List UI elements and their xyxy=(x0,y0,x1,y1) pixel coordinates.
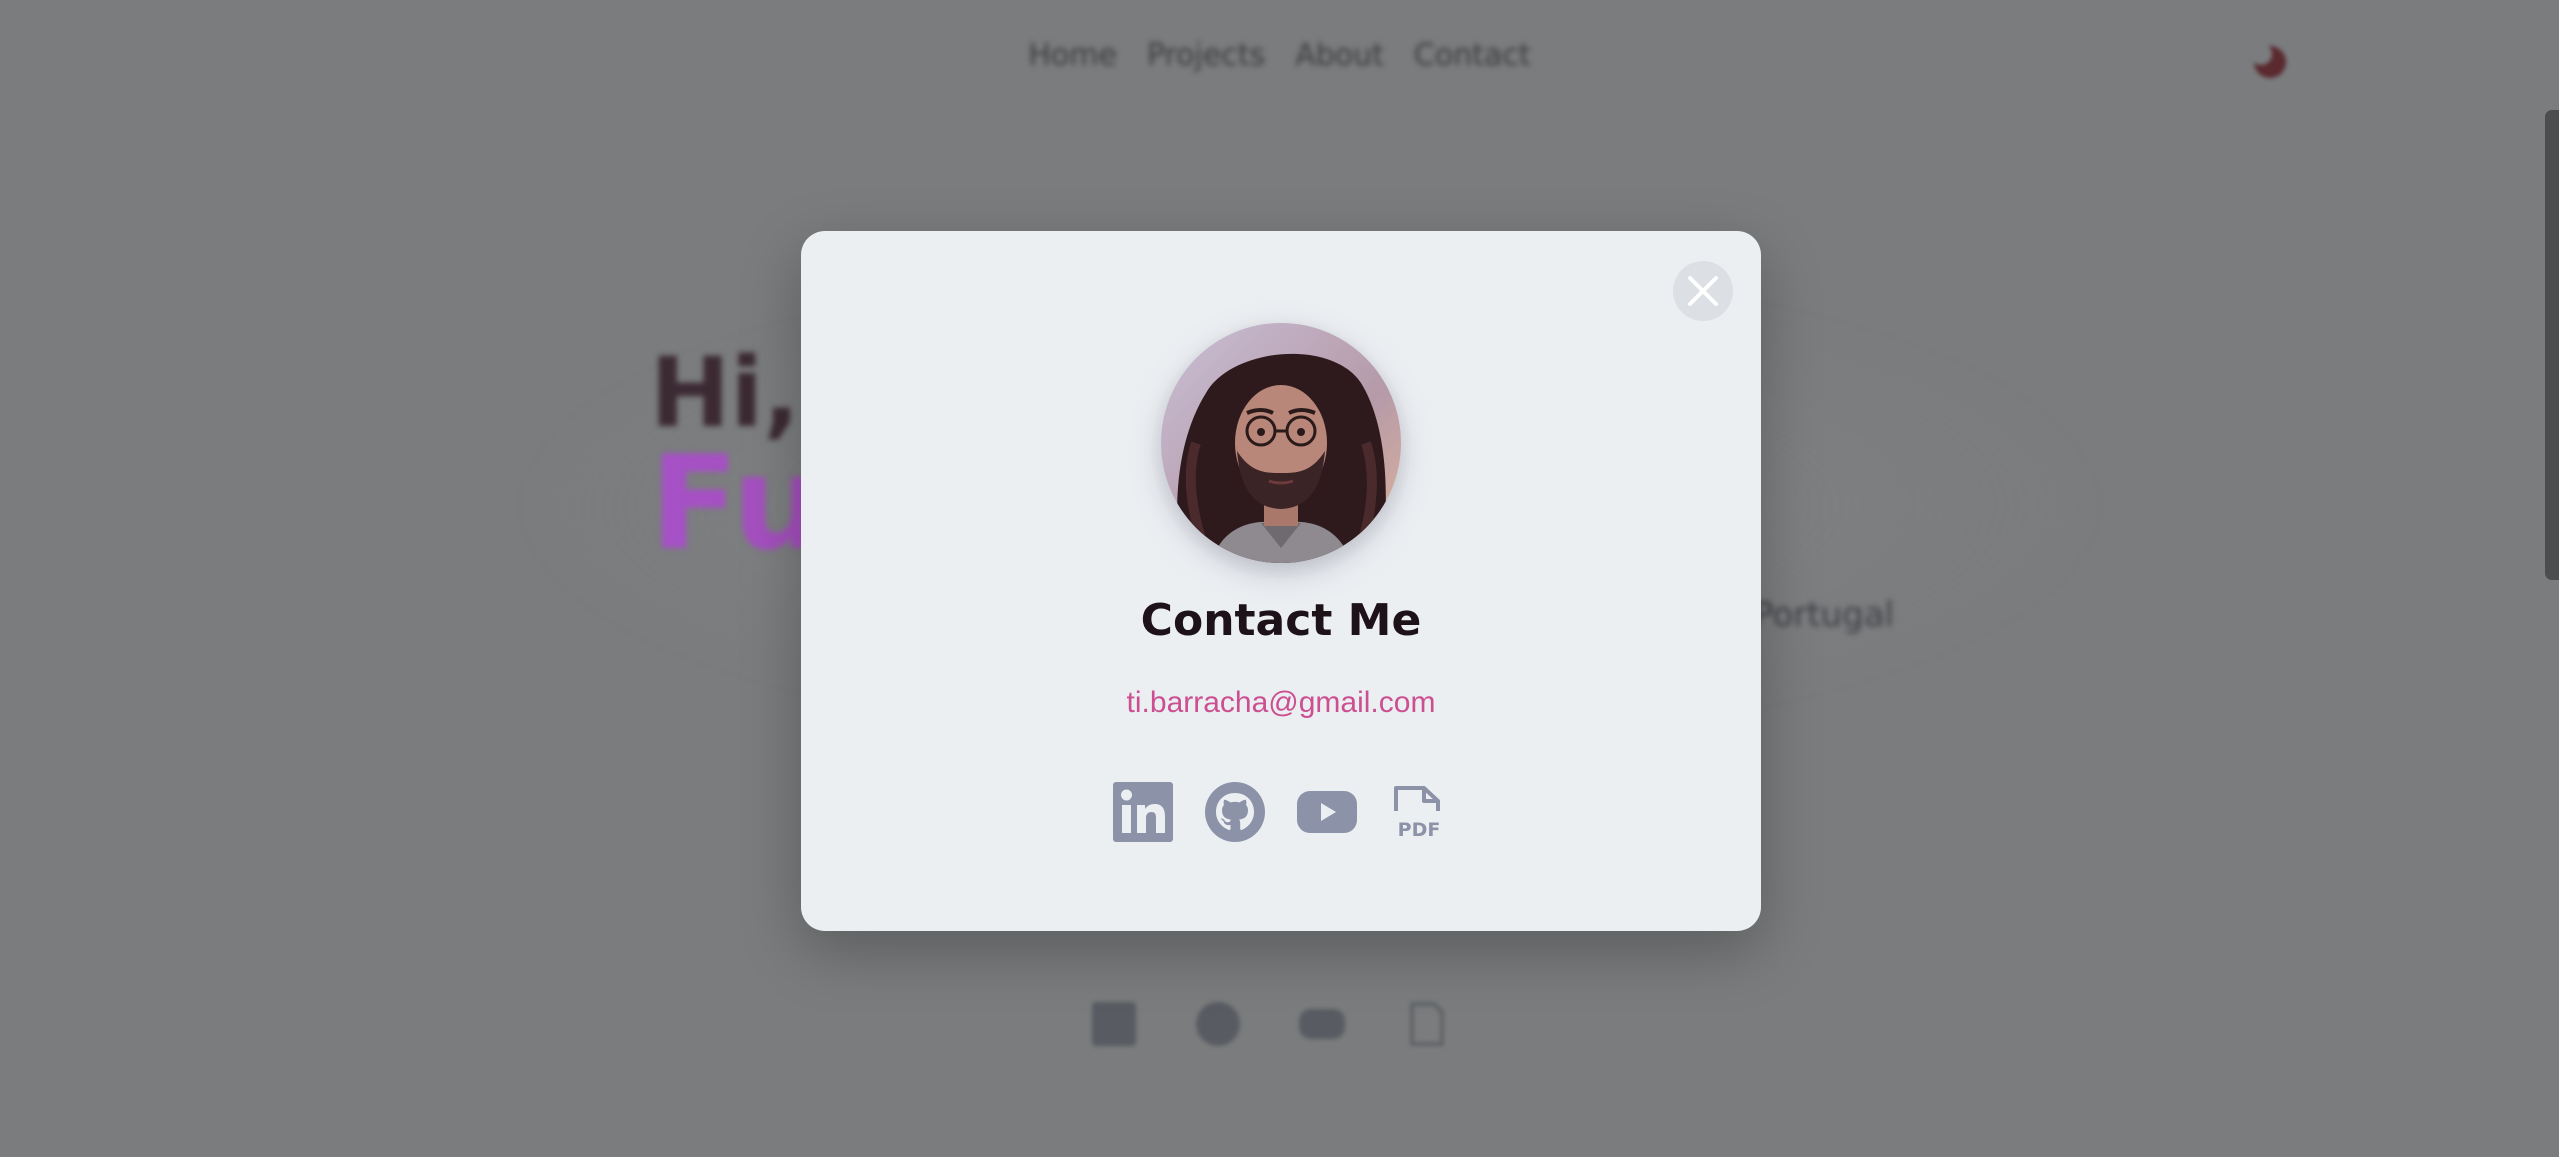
linkedin-link[interactable] xyxy=(1112,781,1174,843)
social-links: PDF xyxy=(801,781,1761,843)
pdf-icon: PDF xyxy=(1394,786,1441,841)
hero-social-links xyxy=(1090,1000,1450,1048)
linkedin-icon xyxy=(1113,782,1173,842)
page-scrollbar[interactable] xyxy=(2545,110,2559,580)
nav-contact-link[interactable]: Contact xyxy=(1414,38,1531,73)
top-nav: Home Projects About Contact xyxy=(0,38,2559,73)
email-link[interactable]: ti.barracha@gmail.com xyxy=(801,686,1761,720)
github-link[interactable] xyxy=(1204,781,1266,843)
youtube-icon xyxy=(1297,791,1357,833)
avatar-portrait xyxy=(1161,323,1401,563)
modal-title: Contact Me xyxy=(1140,595,1422,646)
pdf-icon[interactable] xyxy=(1402,1000,1450,1048)
theme-toggle-button[interactable] xyxy=(2250,40,2292,82)
close-icon xyxy=(1688,276,1718,306)
contact-modal: Contact Me ti.barracha@gmail.com PDF xyxy=(801,231,1761,931)
pdf-label: PDF xyxy=(1398,819,1441,841)
nav-projects-link[interactable]: Projects xyxy=(1147,38,1265,73)
nav-home-link[interactable]: Home xyxy=(1028,38,1117,73)
github-icon xyxy=(1205,782,1265,842)
youtube-icon[interactable] xyxy=(1298,1000,1346,1048)
close-button[interactable] xyxy=(1673,261,1733,321)
resume-pdf-link[interactable]: PDF xyxy=(1388,781,1450,843)
avatar-halo xyxy=(1151,319,1411,579)
linkedin-icon[interactable] xyxy=(1090,1000,1138,1048)
youtube-link[interactable] xyxy=(1296,781,1358,843)
nav-about-link[interactable]: About xyxy=(1295,38,1384,73)
github-icon[interactable] xyxy=(1194,1000,1242,1048)
moon-icon xyxy=(2250,43,2286,78)
hero-location: Portugal xyxy=(1753,595,1894,635)
avatar xyxy=(1161,323,1401,563)
